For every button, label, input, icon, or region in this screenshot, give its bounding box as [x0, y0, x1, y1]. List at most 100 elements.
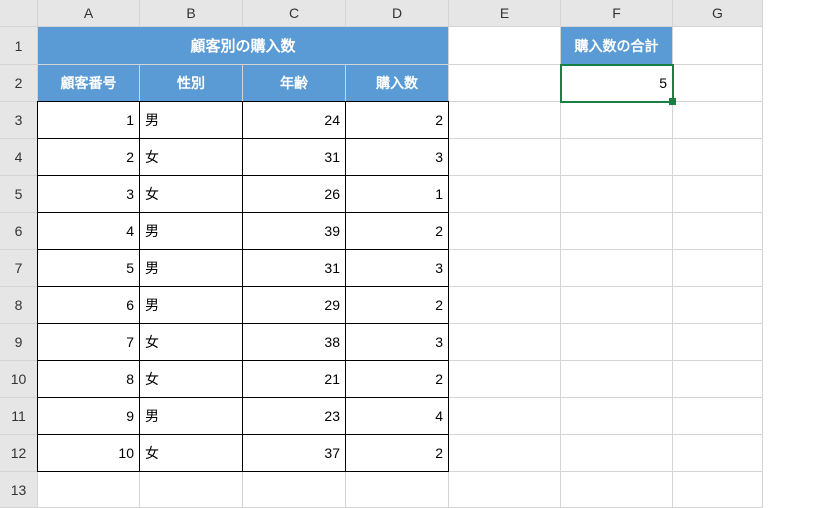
- cell-G8[interactable]: [673, 287, 763, 324]
- cell-D3[interactable]: 2: [345, 101, 449, 139]
- col-header-G[interactable]: G: [673, 0, 763, 27]
- cell-A12[interactable]: 10: [37, 434, 140, 472]
- cell-G5[interactable]: [673, 176, 763, 213]
- cell-C7[interactable]: 31: [242, 249, 346, 287]
- cell-C10[interactable]: 21: [242, 360, 346, 398]
- cell-E2[interactable]: [449, 65, 561, 102]
- cell-B4[interactable]: 女: [139, 138, 243, 176]
- cell-A8[interactable]: 6: [37, 286, 140, 324]
- cell-E8[interactable]: [449, 287, 561, 324]
- row-header-4[interactable]: 4: [0, 139, 38, 176]
- row-header-6[interactable]: 6: [0, 213, 38, 250]
- main-title-cell[interactable]: 顧客別の購入数: [38, 27, 449, 65]
- cell-E10[interactable]: [449, 361, 561, 398]
- cell-E1[interactable]: [449, 27, 561, 65]
- cell-D5[interactable]: 1: [345, 175, 449, 213]
- cell-C11[interactable]: 23: [242, 397, 346, 435]
- cell-E12[interactable]: [449, 435, 561, 472]
- cell-F11[interactable]: [561, 398, 673, 435]
- cell-C4[interactable]: 31: [242, 138, 346, 176]
- cell-C8[interactable]: 29: [242, 286, 346, 324]
- col-header-D[interactable]: D: [346, 0, 449, 27]
- header-purchases[interactable]: 購入数: [346, 65, 449, 102]
- cell-G11[interactable]: [673, 398, 763, 435]
- cell-B7[interactable]: 男: [139, 249, 243, 287]
- row-header-11[interactable]: 11: [0, 398, 38, 435]
- cell-F6[interactable]: [561, 213, 673, 250]
- cell-G4[interactable]: [673, 139, 763, 176]
- cell-G9[interactable]: [673, 324, 763, 361]
- cell-E11[interactable]: [449, 398, 561, 435]
- cell-F4[interactable]: [561, 139, 673, 176]
- row-header-1[interactable]: 1: [0, 27, 38, 65]
- cell-C3[interactable]: 24: [242, 101, 346, 139]
- cell-G10[interactable]: [673, 361, 763, 398]
- cell-B9[interactable]: 女: [139, 323, 243, 361]
- header-age[interactable]: 年齢: [243, 65, 346, 102]
- cell-F7[interactable]: [561, 250, 673, 287]
- cell-E5[interactable]: [449, 176, 561, 213]
- col-header-C[interactable]: C: [243, 0, 346, 27]
- cell-F9[interactable]: [561, 324, 673, 361]
- select-all-corner[interactable]: [0, 0, 38, 27]
- cell-E4[interactable]: [449, 139, 561, 176]
- cell-G12[interactable]: [673, 435, 763, 472]
- cell-C9[interactable]: 38: [242, 323, 346, 361]
- cell-A6[interactable]: 4: [37, 212, 140, 250]
- cell-C6[interactable]: 39: [242, 212, 346, 250]
- cell-D6[interactable]: 2: [345, 212, 449, 250]
- cell-E7[interactable]: [449, 250, 561, 287]
- cell-B12[interactable]: 女: [139, 434, 243, 472]
- cell-F5[interactable]: [561, 176, 673, 213]
- cell-A9[interactable]: 7: [37, 323, 140, 361]
- sum-label-cell[interactable]: 購入数の合計: [561, 27, 673, 65]
- cell-E6[interactable]: [449, 213, 561, 250]
- cell-B5[interactable]: 女: [139, 175, 243, 213]
- cell-D7[interactable]: 3: [345, 249, 449, 287]
- cell-B3[interactable]: 男: [139, 101, 243, 139]
- row-header-12[interactable]: 12: [0, 435, 38, 472]
- cell-D10[interactable]: 2: [345, 360, 449, 398]
- row-header-2[interactable]: 2: [0, 65, 38, 102]
- cell-D12[interactable]: 2: [345, 434, 449, 472]
- row-header-10[interactable]: 10: [0, 361, 38, 398]
- col-header-E[interactable]: E: [449, 0, 561, 27]
- cell-F10[interactable]: [561, 361, 673, 398]
- col-header-B[interactable]: B: [140, 0, 243, 27]
- cell-B6[interactable]: 男: [139, 212, 243, 250]
- cell-B10[interactable]: 女: [139, 360, 243, 398]
- header-customer-id[interactable]: 顧客番号: [38, 65, 140, 102]
- cell-F8[interactable]: [561, 287, 673, 324]
- cell-A4[interactable]: 2: [37, 138, 140, 176]
- cell-B11[interactable]: 男: [139, 397, 243, 435]
- cell-A7[interactable]: 5: [37, 249, 140, 287]
- cell-G3[interactable]: [673, 102, 763, 139]
- row-header-5[interactable]: 5: [0, 176, 38, 213]
- cell-A10[interactable]: 8: [37, 360, 140, 398]
- row-header-9[interactable]: 9: [0, 324, 38, 361]
- row-header-7[interactable]: 7: [0, 250, 38, 287]
- cell-C5[interactable]: 26: [242, 175, 346, 213]
- cell-F12[interactable]: [561, 435, 673, 472]
- sum-value-cell[interactable]: 5: [561, 65, 673, 102]
- cell-E9[interactable]: [449, 324, 561, 361]
- cell-A5[interactable]: 3: [37, 175, 140, 213]
- col-header-F[interactable]: F: [561, 0, 673, 27]
- cell-G2[interactable]: [673, 65, 763, 102]
- cell-D4[interactable]: 3: [345, 138, 449, 176]
- row-header-8[interactable]: 8: [0, 287, 38, 324]
- cell-D11[interactable]: 4: [345, 397, 449, 435]
- header-gender[interactable]: 性別: [140, 65, 243, 102]
- cell-G6[interactable]: [673, 213, 763, 250]
- cell-B8[interactable]: 男: [139, 286, 243, 324]
- cell-E3[interactable]: [449, 102, 561, 139]
- cell-A11[interactable]: 9: [37, 397, 140, 435]
- cell-C12[interactable]: 37: [242, 434, 346, 472]
- cell-G7[interactable]: [673, 250, 763, 287]
- cell-G1[interactable]: [673, 27, 763, 65]
- cell-D8[interactable]: 2: [345, 286, 449, 324]
- cell-F3[interactable]: [561, 102, 673, 139]
- col-header-A[interactable]: A: [38, 0, 140, 27]
- cell-D9[interactable]: 3: [345, 323, 449, 361]
- cell-A3[interactable]: 1: [37, 101, 140, 139]
